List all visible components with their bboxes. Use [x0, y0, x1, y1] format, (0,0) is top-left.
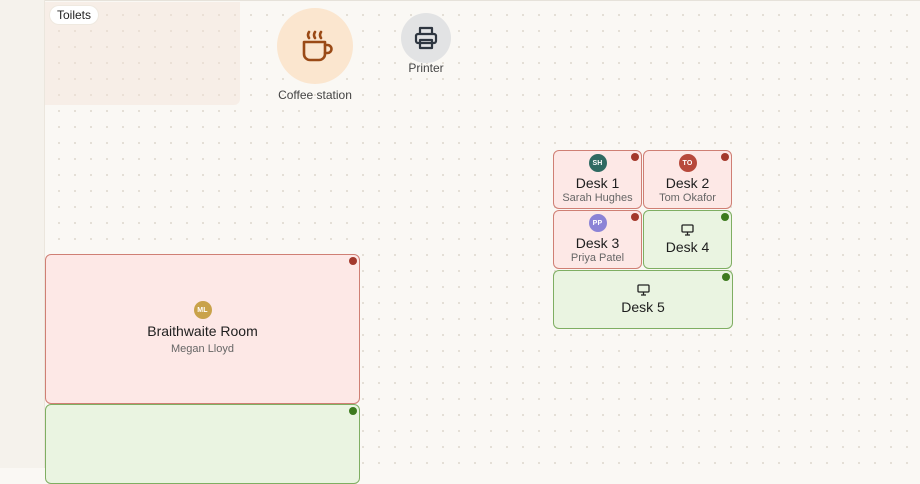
status-dot-available — [721, 213, 729, 221]
monitor-icon — [636, 284, 650, 296]
room-name: Braithwaite Room — [147, 323, 258, 339]
desk-1[interactable]: SH Desk 1 Sarah Hughes — [553, 150, 642, 209]
monitor-icon — [681, 224, 694, 236]
coffee-station[interactable]: Coffee station — [270, 8, 360, 102]
avatar: SH — [588, 154, 607, 172]
printer-badge — [401, 13, 451, 63]
coffee-station-badge — [277, 8, 353, 84]
printer-icon — [414, 26, 438, 50]
room-occupant: Megan Lloyd — [171, 343, 234, 355]
avatar: TO — [678, 154, 697, 172]
avatar: ML — [193, 301, 212, 319]
desk-occupant: Priya Patel — [570, 252, 625, 264]
desk-name: Desk 1 — [575, 175, 620, 191]
desk-name: Desk 2 — [665, 175, 710, 191]
printer-label: Printer — [408, 61, 444, 75]
coffee-station-label: Coffee station — [278, 88, 352, 102]
avatar: PP — [588, 214, 607, 232]
toilets-zone-label: Toilets — [50, 6, 99, 24]
desk-name: Desk 5 — [621, 299, 665, 315]
desk-3[interactable]: PP Desk 3 Priya Patel — [553, 210, 642, 269]
status-dot-available — [722, 273, 730, 281]
left-panel-edge — [0, 0, 45, 468]
desk-occupant: Sarah Hughes — [562, 192, 633, 204]
desk-4[interactable]: Desk 4 — [643, 210, 732, 269]
desk-name: Desk 4 — [665, 239, 710, 255]
desk-5[interactable]: Desk 5 — [553, 270, 733, 329]
braithwaite-room[interactable]: ML Braithwaite Room Megan Lloyd — [45, 254, 360, 404]
printer[interactable]: Printer — [396, 13, 456, 75]
room-available[interactable] — [45, 404, 360, 484]
desk-name: Desk 3 — [575, 235, 620, 251]
desk-2[interactable]: TO Desk 2 Tom Okafor — [643, 150, 732, 209]
status-dot-available — [349, 407, 357, 415]
desk-occupant: Tom Okafor — [659, 192, 716, 204]
status-dot-occupied — [349, 257, 357, 265]
coffee-cup-icon — [302, 30, 333, 62]
